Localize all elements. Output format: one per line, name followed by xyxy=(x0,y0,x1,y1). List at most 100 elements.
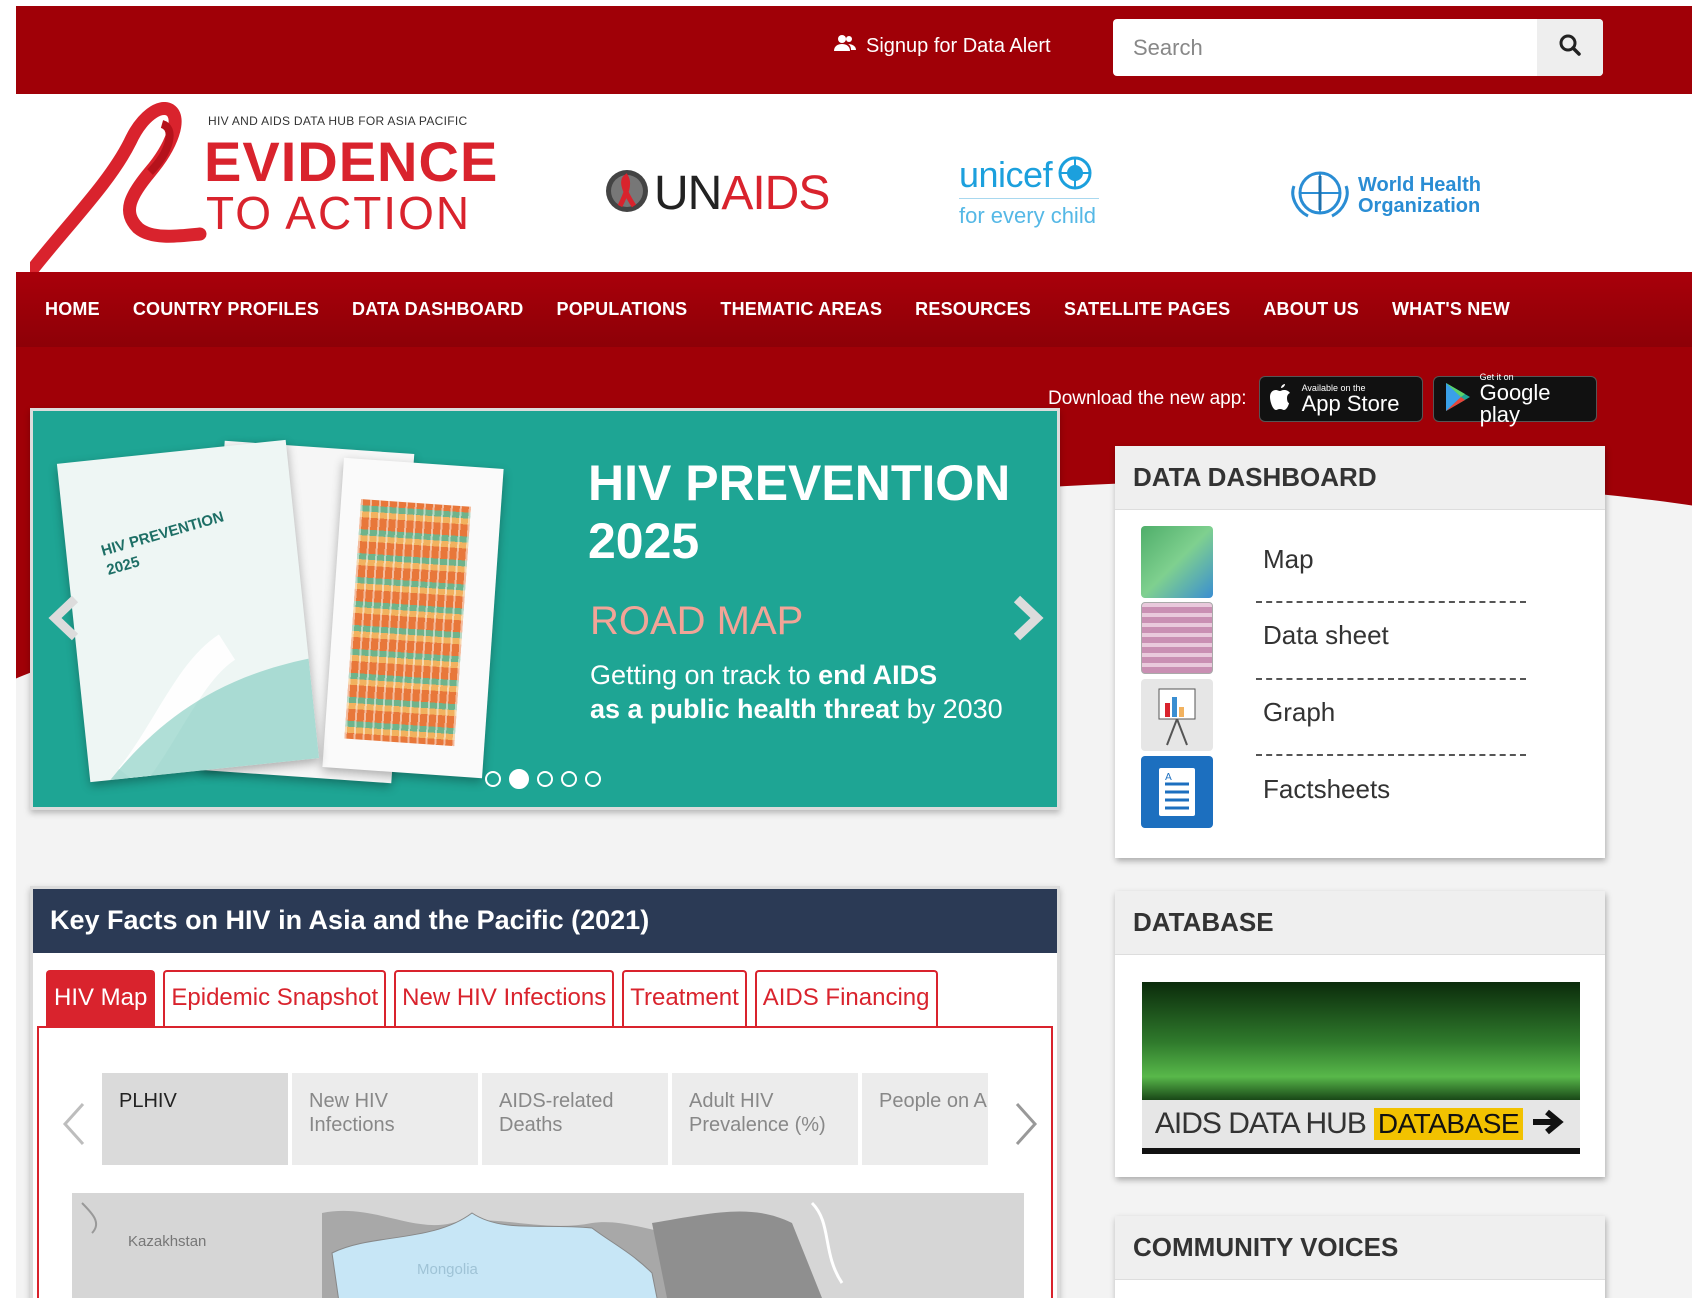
app-download: Download the new app: Available on the A… xyxy=(1048,372,1597,425)
map-label-kazakhstan: Kazakhstan xyxy=(128,1233,207,1250)
dashboard-item-factsheets[interactable]: A Factsheets xyxy=(1115,756,1605,828)
google-play-button[interactable]: Get it on Google play xyxy=(1432,372,1597,425)
slide-text: Getting on track to end AIDS as a public… xyxy=(590,660,1003,724)
arrow-right-icon xyxy=(1531,1108,1567,1141)
subtab-people-on-art[interactable]: People on A xyxy=(862,1073,988,1165)
slider-next-arrow[interactable] xyxy=(1011,591,1045,651)
slider-prev-arrow[interactable] xyxy=(47,591,81,651)
data-dashboard-title: DATA DASHBOARD xyxy=(1115,446,1605,510)
map-thumbnail-icon xyxy=(1141,526,1213,598)
nav-home[interactable]: HOME xyxy=(45,299,100,320)
slide-title: HIV PREVENTION 2025 xyxy=(588,455,1011,569)
tab-new-hiv-infections[interactable]: New HIV Infections xyxy=(394,970,615,1026)
key-facts-tab-panel: PLHIV New HIV Infections AIDS-related De… xyxy=(37,1026,1053,1298)
indicator-subtabs: PLHIV New HIV Infections AIDS-related De… xyxy=(102,1073,1014,1165)
dashboard-item-label: Data sheet xyxy=(1263,620,1389,650)
eta-tagline: HIV AND AIDS DATA HUB FOR ASIA PACIFIC xyxy=(208,114,468,128)
nav-satellite-pages[interactable]: SATELLITE PAGES xyxy=(1064,299,1230,320)
main-nav: HOME COUNTRY PROFILES DATA DASHBOARD POP… xyxy=(16,272,1692,347)
nav-whats-new[interactable]: WHAT'S NEW xyxy=(1392,299,1510,320)
app-download-label: Download the new app: xyxy=(1048,388,1247,409)
nav-about-us[interactable]: ABOUT US xyxy=(1263,299,1359,320)
svg-text:A: A xyxy=(1165,772,1172,783)
database-banner-highlight: DATABASE xyxy=(1373,1108,1524,1140)
unicef-tagline: for every child xyxy=(959,203,1096,228)
unicef-wordmark: unicef xyxy=(959,154,1053,195)
database-box: DATABASE AIDS DATA HUB DATABASE xyxy=(1115,891,1605,1177)
community-voices-box: COMMUNITY VOICES xyxy=(1115,1216,1605,1298)
hiv-map[interactable]: Kazakhstan Mongolia xyxy=(72,1193,1024,1298)
slide-document-cover: HIV PREVENTION 2025 xyxy=(56,439,320,783)
unicef-globe-icon xyxy=(1056,155,1094,196)
evidence-to-action-logo[interactable]: HIV AND AIDS DATA HUB FOR ASIA PACIFIC E… xyxy=(25,102,497,277)
tab-epidemic-snapshot[interactable]: Epidemic Snapshot xyxy=(163,970,387,1026)
datasheet-thumbnail-icon xyxy=(1141,602,1213,674)
top-bar: Signup for Data Alert xyxy=(16,6,1692,94)
dashboard-item-map[interactable]: Map xyxy=(1115,526,1605,598)
google-play-big-text: Google play xyxy=(1479,379,1551,427)
app-store-big-text: App Store xyxy=(1301,390,1400,416)
subtabs-prev-arrow[interactable] xyxy=(59,1100,87,1157)
map-label-mongolia: Mongolia xyxy=(417,1261,478,1278)
who-wordmark: World Health Organization xyxy=(1358,173,1481,217)
eta-wordmark-line1: EVIDENCE xyxy=(204,130,499,193)
nav-country-profiles[interactable]: COUNTRY PROFILES xyxy=(133,299,319,320)
database-title: DATABASE xyxy=(1115,891,1605,955)
dashboard-item-datasheet[interactable]: Data sheet xyxy=(1115,602,1605,674)
who-logo[interactable]: World Health Organization xyxy=(1288,166,1481,225)
slider-dots xyxy=(485,769,601,789)
dashboard-item-label: Map xyxy=(1263,544,1314,574)
nav-populations[interactable]: POPULATIONS xyxy=(557,299,688,320)
slider-dot-2[interactable] xyxy=(509,769,529,789)
community-voices-title: COMMUNITY VOICES xyxy=(1115,1216,1605,1280)
eta-wordmark-line2: TO ACTION xyxy=(206,187,472,239)
app-store-button[interactable]: Available on the App Store xyxy=(1258,376,1423,422)
tab-treatment[interactable]: Treatment xyxy=(622,970,747,1026)
search-button[interactable] xyxy=(1537,19,1603,76)
nav-resources[interactable]: RESOURCES xyxy=(915,299,1031,320)
database-banner-text: AIDS DATA HUB xyxy=(1154,1107,1367,1140)
slide-subtitle: ROAD MAP xyxy=(590,599,804,643)
slide-document-heatmap xyxy=(322,457,504,779)
signup-label: Signup for Data Alert xyxy=(866,34,1051,57)
hiv-map-shapes xyxy=(72,1193,1024,1298)
unaids-wordmark: UNAIDS xyxy=(654,167,830,220)
key-facts-title: Key Facts on HIV in Asia and the Pacific… xyxy=(33,889,1057,953)
apple-icon xyxy=(1269,383,1294,416)
key-facts-panel: Key Facts on HIV in Asia and the Pacific… xyxy=(30,886,1060,1298)
signup-data-alert-link[interactable]: Signup for Data Alert xyxy=(834,34,1051,58)
subtab-plhiv[interactable]: PLHIV xyxy=(102,1073,288,1165)
unicef-logo[interactable]: unicef for every child xyxy=(959,154,1099,229)
search-input[interactable] xyxy=(1113,19,1537,76)
database-banner-strip: AIDS DATA HUB DATABASE xyxy=(1142,1100,1580,1148)
hero-slider[interactable]: HIV PREVENTION 2025 HIV PREVENTION 2025 … xyxy=(30,408,1060,810)
logo-band: HIV AND AIDS DATA HUB FOR ASIA PACIFIC E… xyxy=(16,94,1692,277)
graph-thumbnail-icon xyxy=(1141,679,1213,751)
database-banner[interactable]: AIDS DATA HUB DATABASE xyxy=(1142,982,1580,1154)
key-facts-tabs: HIV Map Epidemic Snapshot New HIV Infect… xyxy=(46,970,938,1026)
dashboard-item-graph[interactable]: Graph xyxy=(1115,679,1605,751)
dashboard-item-label: Graph xyxy=(1263,697,1336,727)
subtab-aids-related-deaths[interactable]: AIDS-related Deaths xyxy=(482,1073,668,1165)
slider-dot-5[interactable] xyxy=(585,771,601,787)
who-emblem-icon xyxy=(1288,166,1352,225)
tab-aids-financing[interactable]: AIDS Financing xyxy=(754,970,938,1026)
data-dashboard-box: DATA DASHBOARD Map Data sheet Graph A Fa… xyxy=(1115,446,1605,858)
search-box xyxy=(1113,19,1603,76)
slider-dot-1[interactable] xyxy=(485,771,501,787)
slider-dot-3[interactable] xyxy=(537,771,553,787)
google-play-icon xyxy=(1444,382,1472,417)
nav-data-dashboard[interactable]: DATA DASHBOARD xyxy=(352,299,523,320)
slider-dot-4[interactable] xyxy=(561,771,577,787)
dashboard-item-label: Factsheets xyxy=(1263,774,1391,804)
nav-thematic-areas[interactable]: THEMATIC AREAS xyxy=(720,299,882,320)
subtab-adult-hiv-prevalence[interactable]: Adult HIV Prevalence (%) xyxy=(672,1073,858,1165)
unaids-emblem-icon xyxy=(604,168,650,219)
tab-hiv-map[interactable]: HIV Map xyxy=(46,970,156,1026)
subtab-new-hiv-infections[interactable]: New HIV Infections xyxy=(292,1073,478,1165)
search-icon xyxy=(1559,34,1581,61)
subtabs-next-arrow[interactable] xyxy=(1013,1100,1041,1157)
red-ribbon-icon xyxy=(25,102,210,279)
factsheet-document-icon: A xyxy=(1141,756,1213,828)
unaids-logo[interactable]: UNAIDS xyxy=(604,166,830,221)
